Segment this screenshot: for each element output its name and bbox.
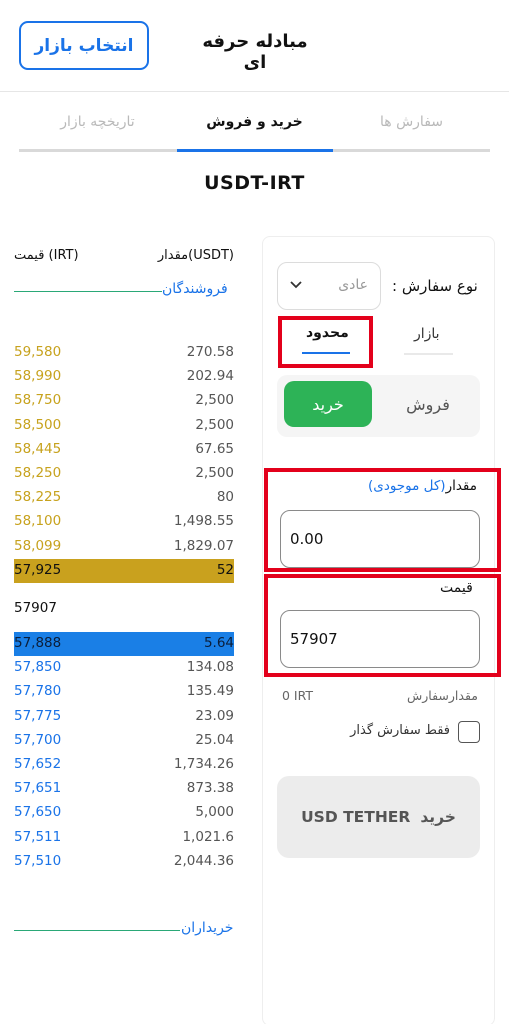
bid-row[interactable]: 57,652 1,734.26: [14, 753, 234, 777]
highlight-box-limit: [278, 316, 373, 368]
sellers-divider: [14, 291, 162, 292]
order-type-label: نوع سفارش :: [392, 277, 478, 295]
row-price: 57,511: [14, 828, 62, 845]
ask-row[interactable]: 58,990 202.94: [14, 365, 234, 389]
row-price: 57,775: [14, 707, 62, 724]
maker-only-option[interactable]: فقط سفارش گذار: [344, 721, 480, 743]
row-price: 59,580: [14, 344, 62, 360]
order-amount-label: مقدارسفارش: [407, 688, 478, 703]
orderbook-header: قیمت (IRT) مقدار(USDT): [14, 248, 234, 268]
main-tabs: تاریخچه بازار خرید و فروش سفارش ها: [19, 92, 490, 152]
row-price: 57,780: [14, 683, 62, 700]
ask-row[interactable]: 58,500 2,500: [14, 414, 234, 438]
tab-buy-sell[interactable]: خرید و فروش: [176, 92, 333, 152]
row-amount: 2,500: [195, 392, 234, 409]
bid-row[interactable]: 57,650 5,000: [14, 801, 234, 825]
ask-row[interactable]: 58,250 2,500: [14, 462, 234, 486]
page-title: مبادله حرفه ای: [202, 31, 308, 73]
bid-row[interactable]: 57,511 1,021.6: [14, 826, 234, 850]
order-amount-value: 0 IRT: [282, 688, 314, 703]
submit-asset: USD TETHER: [301, 808, 411, 826]
bid-row[interactable]: 57,700 25.04: [14, 729, 234, 753]
bid-row[interactable]: 57,850 134.08: [14, 656, 234, 680]
bid-row[interactable]: 57,775 23.09: [14, 705, 234, 729]
row-amount: 270.58: [186, 344, 234, 360]
bid-row[interactable]: 57,888 5.64: [14, 632, 234, 656]
row-price: 57,700: [14, 731, 62, 748]
buy-toggle-button[interactable]: خرید: [284, 381, 372, 427]
row-amount: 134.08: [186, 659, 234, 676]
bid-row[interactable]: 57,651 873.38: [14, 777, 234, 801]
bid-row[interactable]: 57,510 2,044.36: [14, 850, 234, 874]
maker-only-checkbox[interactable]: [458, 721, 480, 743]
last-price: 57907: [14, 600, 57, 616]
row-amount: 135.49: [186, 683, 234, 700]
row-price: 58,100: [14, 513, 62, 530]
ask-row[interactable]: 58,100 1,498.55: [14, 510, 234, 534]
row-price: 58,225: [14, 489, 62, 506]
row-price: 58,500: [14, 416, 62, 433]
row-price: 57,652: [14, 756, 62, 772]
row-amount: 2,044.36: [173, 852, 234, 869]
chevron-down-icon: [288, 276, 304, 296]
row-amount: 202.94: [186, 368, 234, 385]
maker-only-label: فقط سفارش گذار: [350, 723, 450, 738]
row-price: 57,888: [14, 635, 62, 651]
row-amount: 5.64: [203, 635, 234, 651]
row-amount: 67.65: [195, 440, 234, 457]
highlight-box-amount: [264, 468, 501, 572]
sell-toggle-button[interactable]: فروش: [384, 381, 472, 427]
row-amount: 5,000: [195, 804, 234, 821]
row-price: 58,750: [14, 392, 62, 409]
row-price: 58,099: [14, 537, 62, 554]
row-price: 58,445: [14, 440, 62, 457]
row-amount: 1,021.6: [182, 828, 234, 845]
sellers-label: فروشندگان: [162, 281, 228, 297]
ask-row[interactable]: 58,750 2,500: [14, 389, 234, 413]
buyers-divider: [14, 930, 180, 931]
row-amount: 80: [216, 489, 234, 506]
tab-orders[interactable]: سفارش ها: [333, 92, 490, 152]
order-type-select[interactable]: عادی: [277, 262, 381, 310]
row-amount: 2,500: [195, 416, 234, 433]
tab-market-history[interactable]: تاریخچه بازار: [19, 92, 176, 152]
buyers-label: خریداران: [181, 920, 234, 936]
highlight-box-price: [264, 574, 501, 677]
row-price: 57,850: [14, 659, 62, 676]
select-market-button[interactable]: انتخاب بازار: [19, 21, 149, 70]
submit-buy-button[interactable]: USD TETHER خرید: [277, 776, 480, 858]
row-price: 57,650: [14, 804, 62, 821]
row-amount: 1,829.07: [173, 537, 234, 554]
ask-row[interactable]: 58,099 1,829.07: [14, 535, 234, 559]
ask-row[interactable]: 59,580 270.58: [14, 341, 234, 365]
ask-row[interactable]: 58,225 80: [14, 486, 234, 510]
row-price: 57,510: [14, 852, 62, 869]
ask-row[interactable]: 58,445 67.65: [14, 438, 234, 462]
amount-column-header: مقدار(USDT): [157, 248, 234, 263]
row-price: 57,925: [14, 561, 62, 578]
row-amount: 1,734.26: [173, 756, 234, 772]
row-price: 58,990: [14, 368, 62, 385]
row-amount: 52: [216, 561, 234, 578]
ask-row[interactable]: 57,925 52: [14, 558, 234, 583]
row-amount: 23.09: [195, 707, 234, 724]
header: انتخاب بازار مبادله حرفه ای: [0, 0, 509, 92]
trading-pair: USDT-IRT: [204, 172, 305, 194]
row-amount: 1,498.55: [173, 513, 234, 530]
row-amount: 873.38: [186, 780, 234, 797]
row-amount: 25.04: [195, 731, 234, 748]
row-amount: 2,500: [195, 465, 234, 481]
row-price: 58,250: [14, 465, 62, 481]
price-column-header: قیمت (IRT): [14, 248, 79, 263]
order-type-value: عادی: [338, 277, 368, 293]
subtab-market-underline: [404, 353, 453, 355]
row-price: 57,651: [14, 780, 62, 797]
tab-active-indicator: [177, 149, 333, 152]
subtab-market[interactable]: بازار: [414, 326, 440, 342]
submit-word: خرید: [420, 808, 456, 826]
bid-row[interactable]: 57,780 135.49: [14, 680, 234, 704]
